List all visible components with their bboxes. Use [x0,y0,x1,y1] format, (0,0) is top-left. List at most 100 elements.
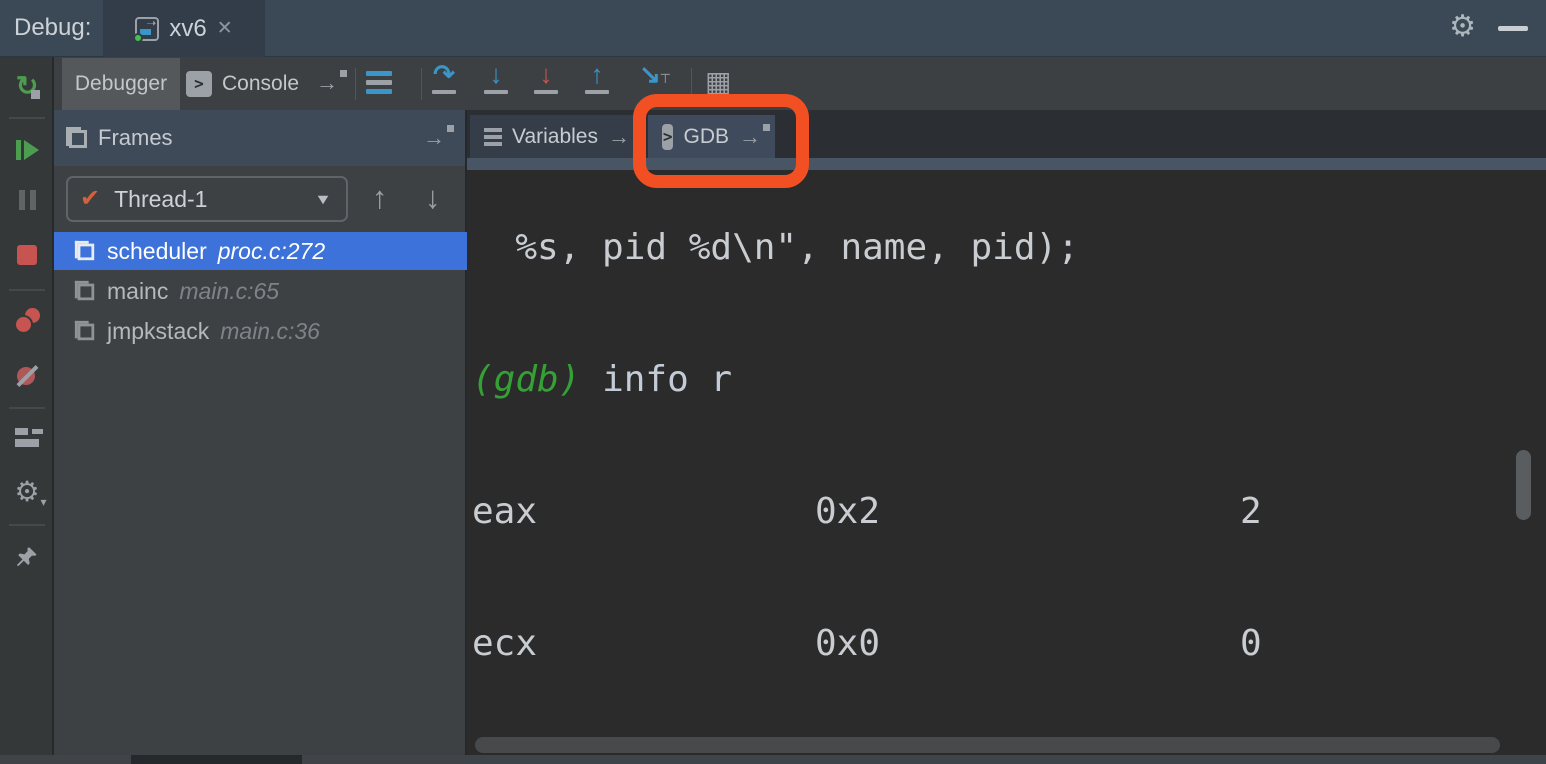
step-into-button[interactable]: ↓ [477,61,515,107]
gdb-command: info r [602,359,732,400]
thread-selector-value: Thread-1 [114,186,207,213]
toolbar-divider [355,68,356,100]
mute-breakpoints-button[interactable] [0,363,54,389]
step-out-button[interactable]: ↑ [578,61,616,107]
step-over-icon: ↷ [433,61,455,87]
chevron-down-icon: ▼ [314,191,332,208]
step-into-icon: ↓ [490,61,503,87]
gear-icon: ⚙▾ [14,478,39,506]
bottom-edge-segment [131,755,302,764]
bottom-edge [0,755,1546,764]
thread-selector[interactable]: ✔ Thread-1 ▼ [66,176,348,222]
rerun-icon: ↻ [16,73,39,100]
sidebar-divider [9,289,45,291]
stack-frame-icon [75,321,95,341]
debug-sidebar: ↻ ⚙▾ [0,57,54,755]
frame-row-mainc[interactable]: mainc main.c:65 [54,272,467,310]
vertical-scrollbar[interactable] [1516,450,1531,520]
float-window-icon[interactable]: → [316,72,338,94]
frame-row-jmpkstack[interactable]: jmpkstack main.c:36 [54,312,467,350]
float-gdb-icon: → [739,126,761,148]
restore-layout-button[interactable] [0,428,54,447]
pause-button[interactable] [0,190,54,210]
console-tab-label: Console [222,72,299,96]
debug-label: Debug: [14,14,91,42]
debugger-settings-button[interactable]: ⚙▾ [0,478,54,506]
frame-function: jmpkstack [107,318,209,345]
frame-location: main.c:65 [179,278,279,305]
evaluate-expression-button[interactable]: ▦ [705,68,731,96]
tab-variables[interactable]: Variables → [470,115,640,158]
step-over-button[interactable]: ↷ [425,61,463,107]
horizontal-scrollbar[interactable] [475,737,1500,753]
step-out-icon: ↑ [591,61,604,87]
bar [366,71,392,76]
close-icon[interactable]: ✕ [217,19,233,38]
console-line-command: (gdb) info r [472,358,1413,402]
gdb-console[interactable]: %s, pid %d\n", name, pid); (gdb) info r … [467,170,1546,755]
console-line-clipped: %s, pid %d\n", name, pid); [472,226,1413,270]
gdb-tab-label: GDB [683,125,729,149]
tab-gdb[interactable]: > GDB → [648,115,775,158]
gdb-prompt: (gdb) [472,359,580,400]
toolbar-divider [421,68,422,100]
session-tab-title: xv6 [169,15,206,43]
run-to-cursor-button[interactable]: ↘⊤ [631,61,669,107]
stack-frame-icon [75,281,95,301]
toolbar-divider [691,68,692,100]
run-configuration-icon [135,17,159,41]
register-row: ecx0x00 [472,622,1413,666]
gdb-terminal-icon: > [662,124,673,150]
float-variables-icon: → [608,126,630,148]
console-top-strip [467,158,1546,170]
float-frames-icon[interactable]: → [423,127,445,149]
console-icon: > [186,71,212,97]
console-header: Variables → > GDB → [467,110,1546,158]
sidebar-divider [9,117,45,119]
frames-panel-title: Frames [98,125,173,151]
rerun-button[interactable]: ↻ [0,73,54,100]
sidebar-divider [9,407,45,409]
bar [366,89,392,94]
bar [366,80,392,85]
view-breakpoints-button[interactable] [0,308,54,334]
stack-frame-icon [75,241,95,261]
frame-location: proc.c:272 [218,238,325,265]
frames-panel-header: Frames → [54,110,467,166]
frame-row-scheduler[interactable]: scheduler proc.c:272 [54,232,467,270]
variables-icon [484,128,502,146]
checkmark-icon: ✔ [80,187,100,211]
previous-frame-button[interactable]: ↑ [372,178,388,218]
pin-tab-button[interactable] [0,545,54,574]
tab-debugger[interactable]: Debugger [62,58,180,110]
sidebar-divider [9,524,45,526]
stop-button[interactable] [0,245,54,265]
tool-window-settings-gear-icon[interactable]: ⚙ [1449,12,1476,42]
hide-tool-window-icon[interactable] [1498,26,1528,31]
frame-function: mainc [107,278,168,305]
layout-settings-button[interactable] [366,71,392,94]
pin-icon [15,545,39,574]
frame-function: scheduler [107,238,207,265]
run-to-cursor-icon: ↘ [639,61,661,87]
frames-panel: ✔ Thread-1 ▼ ↑ ↓ scheduler proc.c:272 ma… [54,166,467,755]
breakpoints-icon [14,308,40,334]
process-running-dot [133,33,143,43]
tab-console[interactable]: > Console [186,57,299,110]
frame-location: main.c:36 [220,318,320,345]
resume-icon [16,140,39,160]
next-frame-button[interactable]: ↓ [425,178,441,218]
debug-toolbar: Debugger > Console → ↷ ↓ ↓ ↑ ↘⊤ ▦ [54,57,1546,110]
force-step-into-button[interactable]: ↓ [527,61,565,107]
stop-icon [17,245,37,265]
debug-tool-window: Debug: xv6 ✕ ⚙ ↻ ⚙▾ Debugger > [0,0,1546,764]
session-tab-xv6[interactable]: xv6 ✕ [103,0,265,57]
titlebar: Debug: xv6 ✕ ⚙ [0,0,1546,57]
force-step-into-icon: ↓ [540,61,553,87]
gdb-console-output: %s, pid %d\n", name, pid); (gdb) info r … [472,170,1413,755]
frames-icon [66,127,88,149]
variables-tab-label: Variables [512,125,598,149]
pause-icon [19,190,36,210]
resume-button[interactable] [0,140,54,160]
mute-breakpoints-icon [14,363,40,389]
